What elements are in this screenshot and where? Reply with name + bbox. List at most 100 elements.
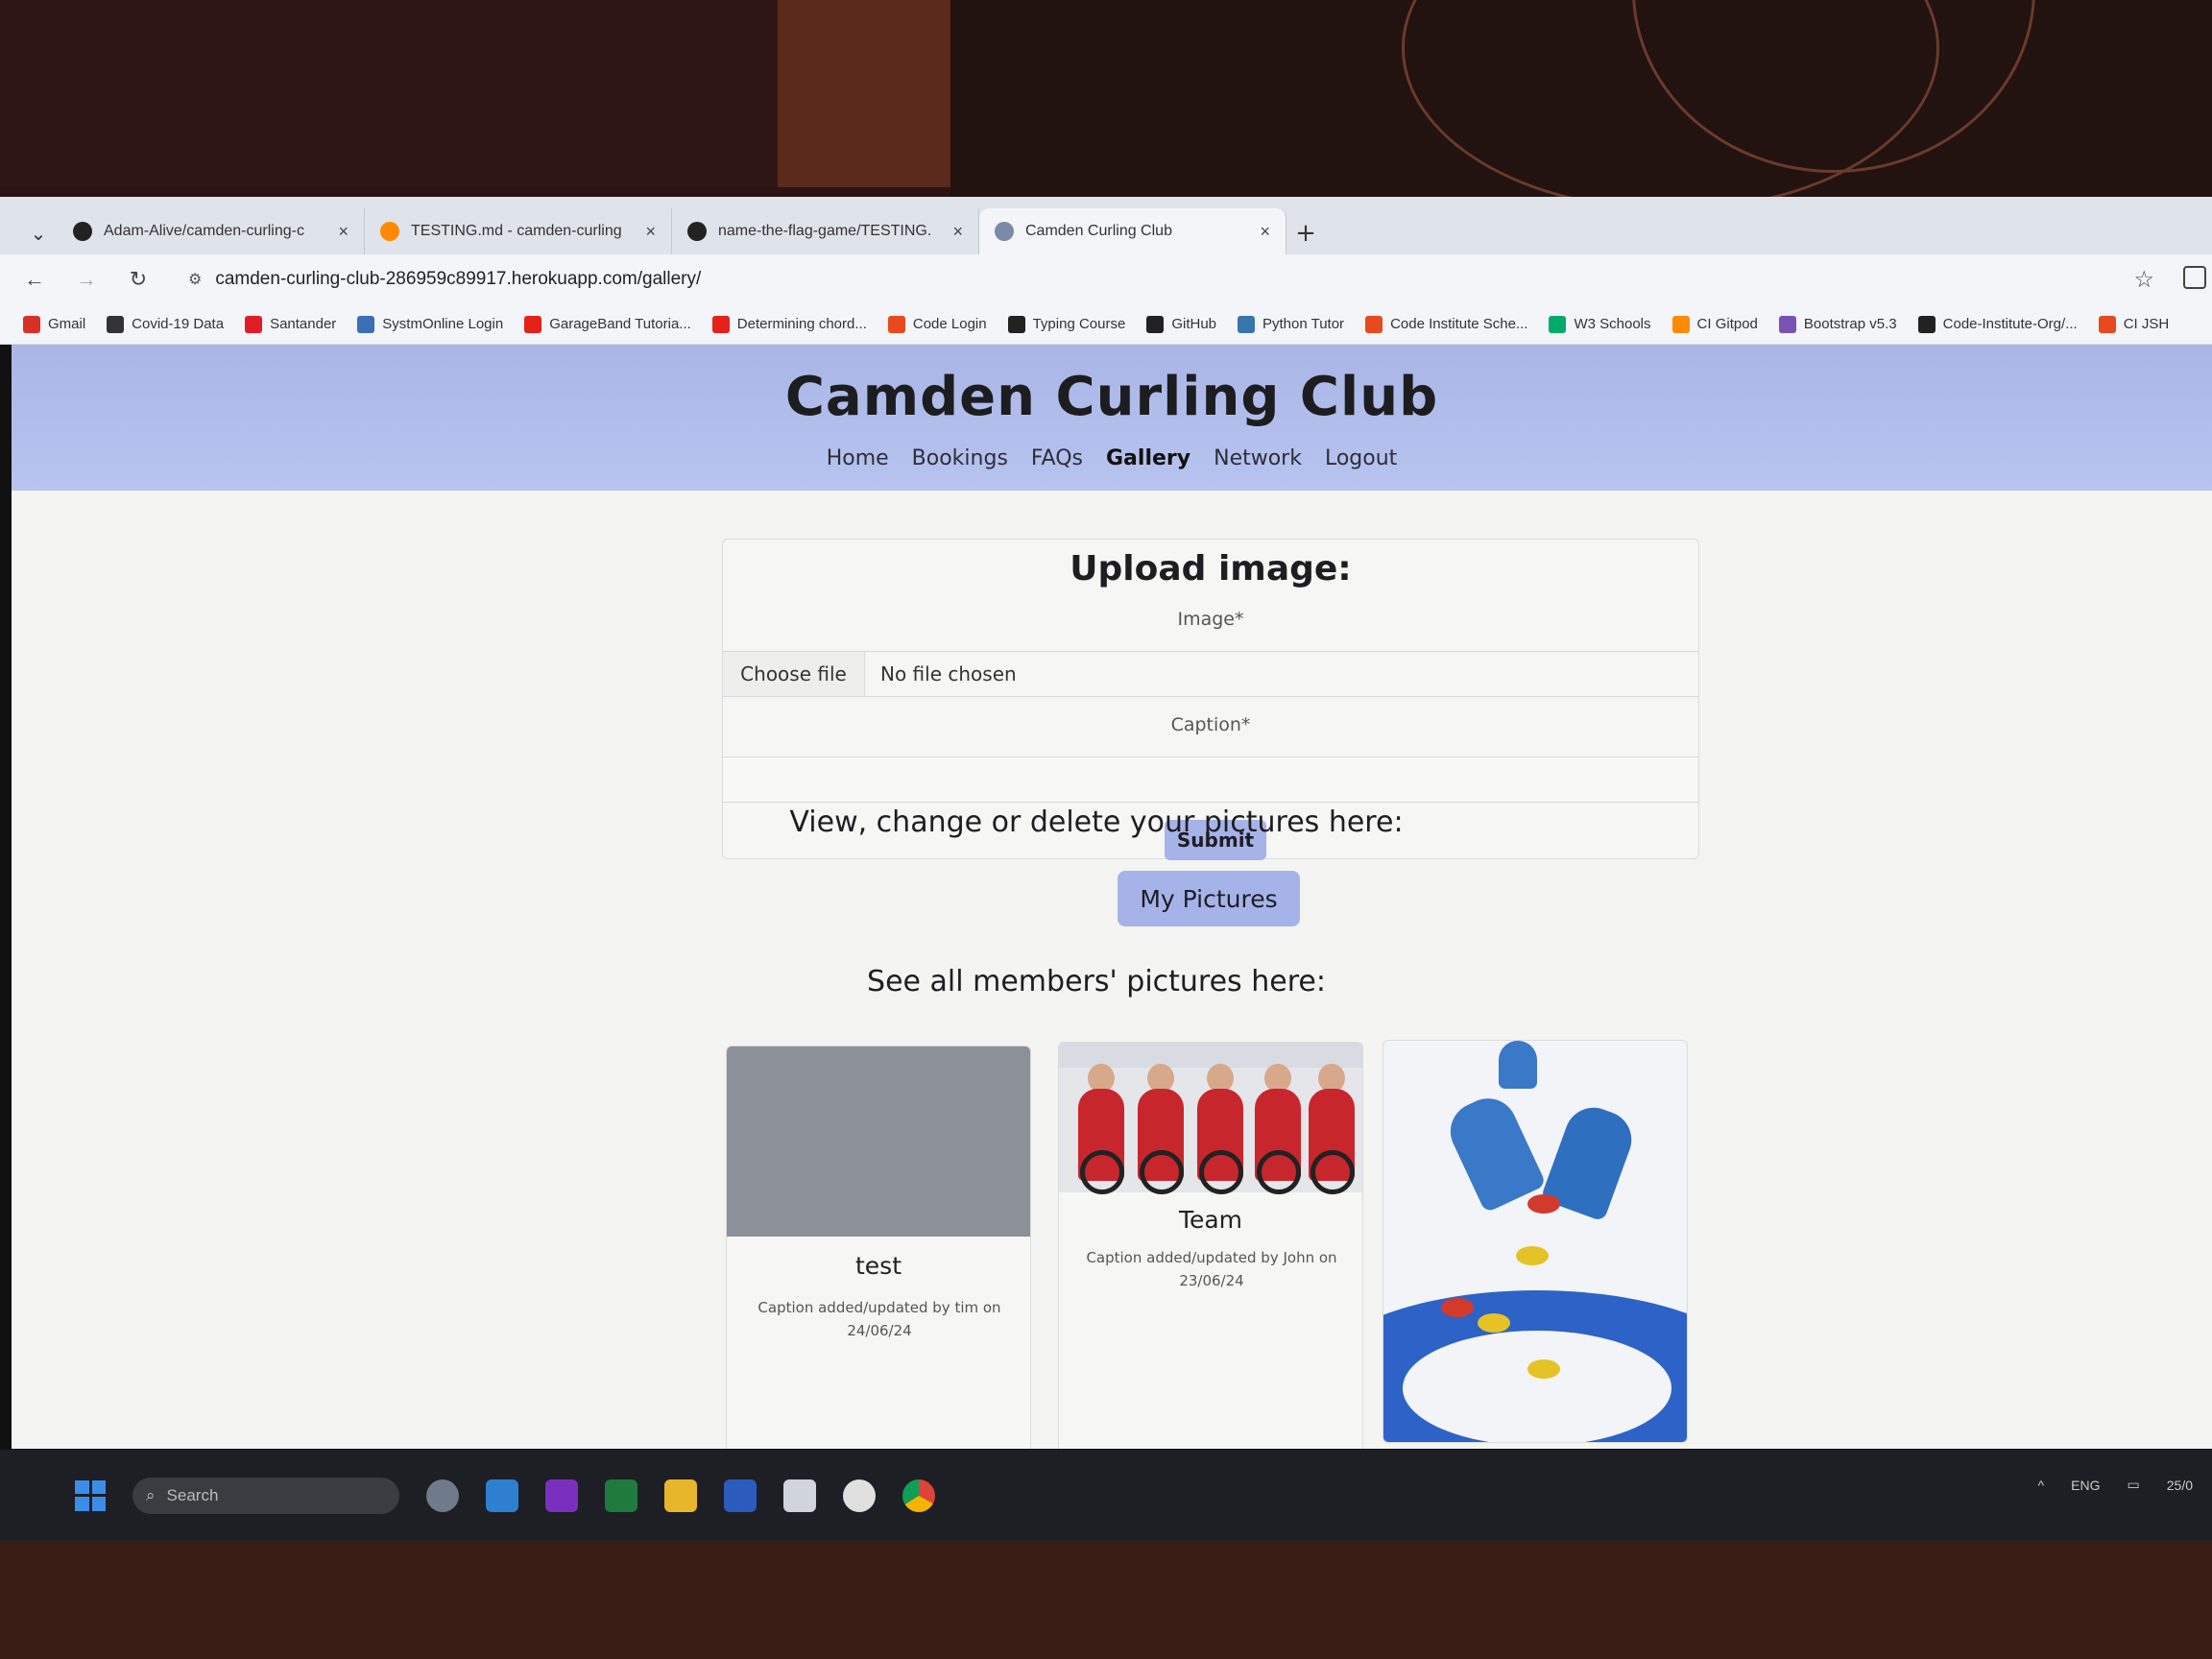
chevron-up-icon[interactable]: ^	[2038, 1478, 2045, 1493]
bookmark-item[interactable]: Code Institute Sche...	[1365, 315, 1528, 333]
browser-tab-active[interactable]: Camden Curling Club ×	[979, 208, 1286, 254]
onenote-app-icon[interactable]	[545, 1479, 578, 1512]
back-arrow-icon[interactable]: ←	[21, 266, 48, 293]
bookmark-label: W3 Schools	[1574, 316, 1651, 332]
photos-app-icon[interactable]	[843, 1479, 876, 1512]
close-tab-icon[interactable]: ×	[645, 222, 656, 242]
bookmark-favicon-icon	[1365, 315, 1383, 333]
site-title: Camden Curling Club	[784, 366, 1439, 428]
site-info-icon[interactable]: ⚙	[188, 270, 202, 289]
bookmark-favicon-icon	[1007, 315, 1025, 333]
bookmark-favicon-icon	[107, 315, 125, 333]
windows-start-icon[interactable]	[75, 1479, 106, 1511]
card-title: test	[854, 1252, 902, 1280]
bookmark-item[interactable]: CI Gitpod	[1671, 315, 1758, 333]
file-explorer-icon[interactable]	[664, 1479, 697, 1512]
bookmark-label: Bootstrap v5.3	[1803, 316, 1897, 332]
bookmark-favicon-icon	[1671, 315, 1690, 333]
bookmark-label: CI JSH	[2123, 316, 2170, 332]
monitor-screen: ⌄ Adam-Alive/camden-curling-c × TESTING.…	[0, 197, 2212, 1541]
bookmark-item[interactable]: Code Login	[887, 315, 987, 333]
curling-icon	[995, 222, 1014, 241]
tab-label: TESTING.md - camden-curling	[411, 223, 622, 239]
background-wall-left	[0, 0, 778, 187]
browser-tab[interactable]: TESTING.md - camden-curling ×	[365, 208, 672, 254]
bookmark-item[interactable]: W3 Schools	[1549, 315, 1651, 333]
browser-toolbar: ← → ↻ ⚙ camden-curling-club-286959c89917…	[0, 254, 2212, 304]
network-icon[interactable]: ▭	[2128, 1477, 2140, 1493]
bookmark-label: GarageBand Tutoria...	[549, 316, 691, 332]
choose-file-button[interactable]: Choose file	[723, 652, 865, 696]
bookmark-item[interactable]: GarageBand Tutoria...	[524, 315, 691, 333]
forward-arrow-icon[interactable]: →	[73, 266, 100, 293]
gallery-card[interactable]: test Caption added/updated by tim on 24/…	[726, 1046, 1031, 1449]
word-app-icon[interactable]	[724, 1479, 757, 1512]
nav-link-faqs[interactable]: FAQs	[1031, 445, 1083, 472]
nav-link-gallery[interactable]: Gallery	[1106, 445, 1190, 472]
bookmark-item[interactable]: Python Tutor	[1238, 315, 1344, 333]
bookmark-label: Gmail	[48, 316, 86, 332]
tray-date[interactable]: 25/0	[2167, 1478, 2193, 1493]
mail-app-icon[interactable]	[486, 1479, 518, 1512]
new-tab-button[interactable]: +	[1286, 212, 1325, 254]
bookmark-item[interactable]: Typing Course	[1007, 315, 1126, 333]
bookmark-item[interactable]: CI JSH	[2098, 315, 2170, 333]
bookmark-favicon-icon	[887, 315, 905, 333]
gallery-card[interactable]	[1382, 1040, 1688, 1443]
bookmark-item[interactable]: Bootstrap v5.3	[1778, 315, 1897, 333]
snipping-tool-icon[interactable]	[783, 1479, 816, 1512]
bookmark-item[interactable]: SystmOnline Login	[357, 315, 503, 333]
bookmark-favicon-icon	[524, 315, 542, 333]
language-indicator[interactable]: ENG	[2071, 1478, 2100, 1493]
nav-link-bookings[interactable]: Bookings	[912, 445, 1008, 472]
extensions-icon[interactable]	[2183, 266, 2206, 289]
github-icon	[73, 222, 92, 241]
url-text[interactable]: camden-curling-club-286959c89917.herokua…	[215, 269, 701, 290]
image-file-input[interactable]: Choose file No file chosen	[723, 651, 1698, 697]
bookmark-label: Santander	[270, 316, 337, 332]
nav-link-logout[interactable]: Logout	[1325, 445, 1397, 472]
bookmark-label: Covid-19 Data	[132, 316, 225, 332]
system-tray: ^ ENG ▭ 25/0	[2038, 1477, 2193, 1493]
github-icon	[687, 222, 707, 241]
bookmark-item[interactable]: Santander	[245, 315, 337, 333]
bookmark-item[interactable]: Code-Institute-Org/...	[1917, 315, 2078, 333]
bookmark-favicon-icon	[23, 315, 40, 333]
bookmark-label: Code-Institute-Org/...	[1942, 316, 2078, 332]
bookmark-item[interactable]: Gmail	[23, 315, 86, 333]
gallery-card[interactable]: Team Caption added/updated by John on 23…	[1058, 1042, 1363, 1449]
chrome-app-icon[interactable]	[902, 1479, 935, 1512]
my-pictures-button[interactable]: My Pictures	[1118, 871, 1300, 926]
tab-search-icon[interactable]: ⌄	[19, 212, 58, 254]
close-tab-icon[interactable]: ×	[1260, 222, 1270, 242]
card-caption: Caption added/updated by tim on 24/06/24	[757, 1299, 1001, 1339]
nav-link-home[interactable]: Home	[827, 445, 889, 472]
settings-app-icon[interactable]	[426, 1479, 459, 1512]
nav-link-network[interactable]: Network	[1214, 445, 1302, 472]
address-bar[interactable]: ⚙ camden-curling-club-286959c89917.herok…	[177, 260, 2116, 299]
bookmark-label: Typing Course	[1032, 316, 1126, 332]
caption-input[interactable]	[723, 757, 1698, 803]
bookmark-item[interactable]: Covid-19 Data	[107, 315, 225, 333]
excel-app-icon[interactable]	[605, 1479, 637, 1512]
bookmark-star-icon[interactable]: ☆	[2133, 266, 2154, 294]
tab-label: name-the-flag-game/TESTING.	[718, 223, 932, 239]
bookmark-label: Determining chord...	[736, 316, 867, 332]
bookmark-favicon-icon	[1917, 315, 1936, 333]
file-status-text: No file chosen	[880, 662, 1017, 685]
bookmark-label: Code Institute Sche...	[1390, 316, 1528, 332]
bookmark-item[interactable]: GitHub	[1146, 315, 1216, 333]
close-tab-icon[interactable]: ×	[952, 222, 963, 242]
my-pictures-heading: View, change or delete your pictures her…	[789, 805, 1404, 839]
card-caption: Caption added/updated by John on 23/06/2…	[1086, 1249, 1337, 1289]
close-tab-icon[interactable]: ×	[338, 222, 349, 242]
image-placeholder	[727, 1046, 1030, 1237]
taskbar-search[interactable]: ⌕ Search	[132, 1477, 399, 1514]
desk-surface	[0, 1536, 2212, 1659]
bookmark-item[interactable]: Determining chord...	[711, 315, 867, 333]
reload-icon[interactable]: ↻	[125, 266, 152, 293]
bookmark-favicon-icon	[2098, 315, 2116, 333]
browser-tab[interactable]: name-the-flag-game/TESTING. ×	[672, 208, 979, 254]
site-nav: Home Bookings FAQs Gallery Network Logou…	[12, 445, 2212, 472]
browser-tab[interactable]: Adam-Alive/camden-curling-c ×	[58, 208, 365, 254]
